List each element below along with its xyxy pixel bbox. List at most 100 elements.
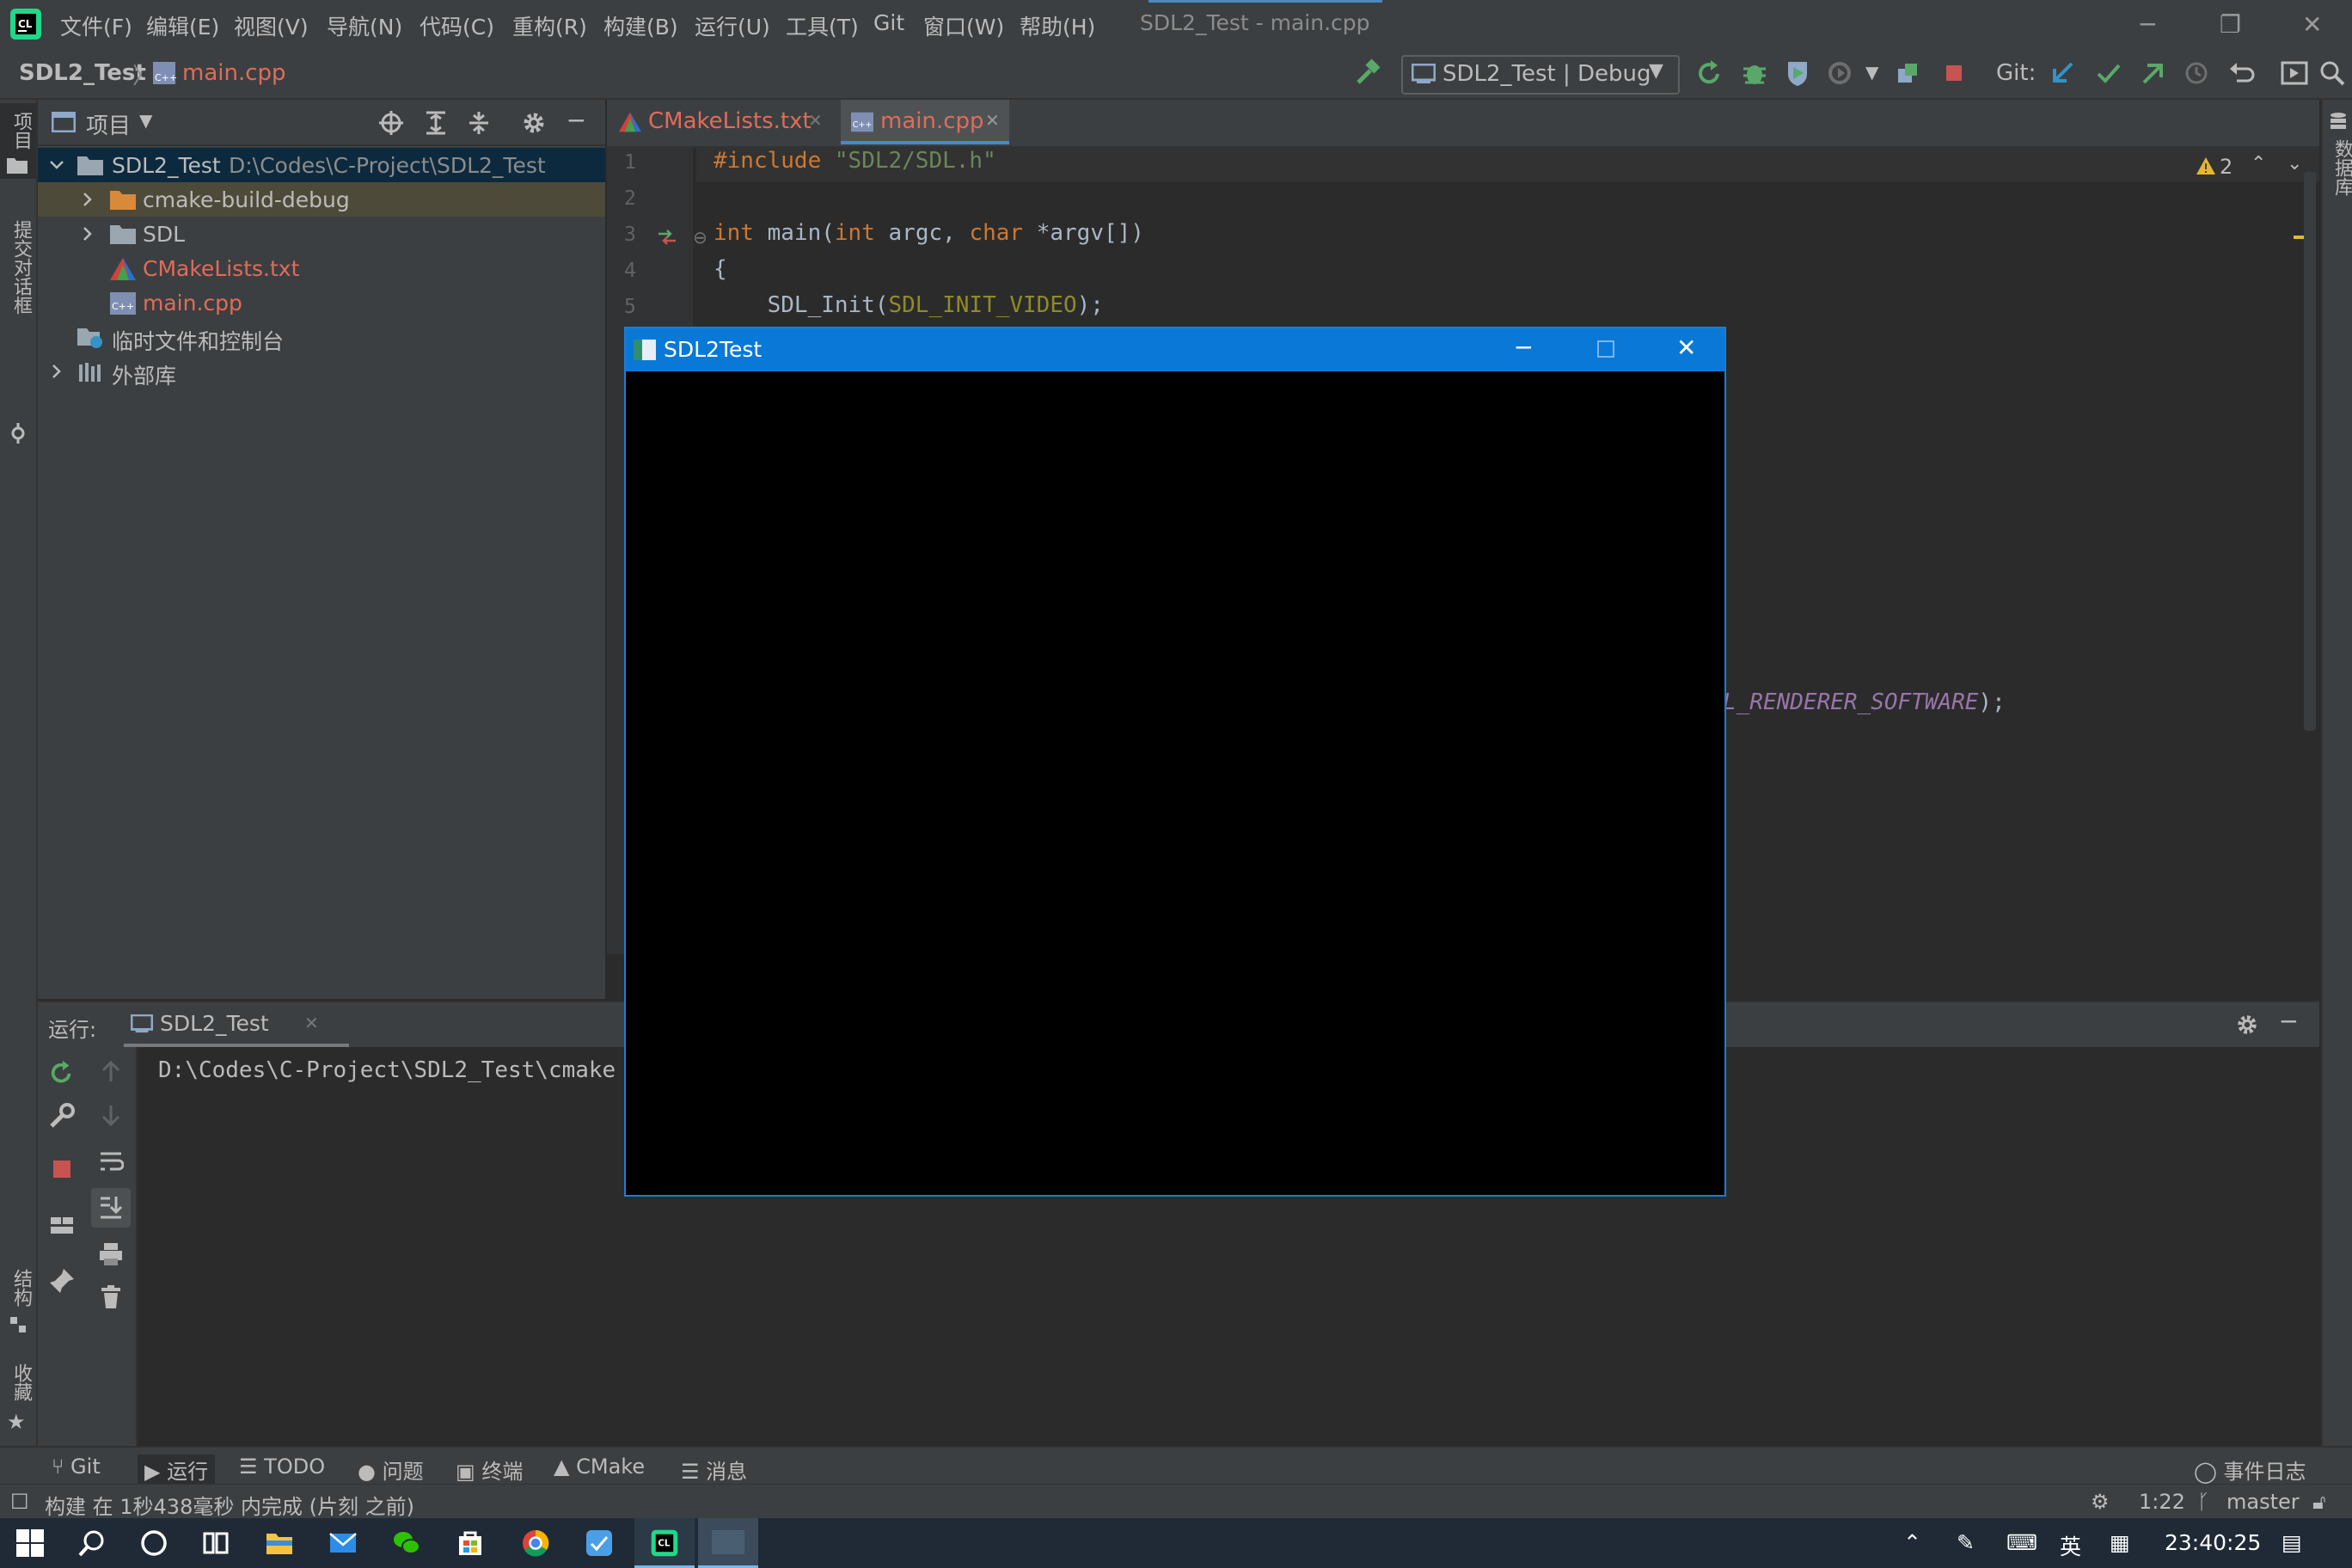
- locate-file-icon[interactable]: [378, 110, 404, 136]
- pin-icon[interactable]: [48, 1267, 76, 1295]
- more-run-options-icon[interactable]: ▼: [1865, 62, 1878, 83]
- warnings-indicator[interactable]: 2: [2196, 153, 2233, 181]
- menu-navigate[interactable]: 导航(N): [327, 10, 402, 41]
- menu-build[interactable]: 构建(B): [603, 10, 678, 41]
- tool-event-log-button[interactable]: ◯ 事件日志: [2194, 1455, 2306, 1485]
- close-tab-icon[interactable]: ✕: [985, 110, 1000, 131]
- caret-position[interactable]: 1:22: [2139, 1490, 2185, 1514]
- menu-view[interactable]: 视图(V): [234, 10, 309, 41]
- tab-cmakelists[interactable]: CMakeLists.txt ✕: [610, 100, 829, 144]
- menu-run[interactable]: 运行(U): [695, 10, 770, 41]
- git-push-icon[interactable]: [2137, 58, 2166, 88]
- close-icon[interactable]: ✕: [1676, 334, 1696, 362]
- rerun-icon[interactable]: [48, 1059, 76, 1087]
- view-dropdown-icon[interactable]: ▼: [139, 110, 152, 131]
- search-everywhere-icon[interactable]: [2318, 58, 2347, 88]
- database-tool-button[interactable]: 数据库: [2323, 112, 2352, 215]
- debug-bug-icon[interactable]: [1740, 58, 1769, 88]
- rerun-icon[interactable]: [1695, 58, 1724, 88]
- build-hammer-icon[interactable]: [1353, 58, 1382, 88]
- gear-icon[interactable]: [2235, 1013, 2259, 1037]
- tree-item-external-libraries[interactable]: 外部库: [38, 354, 605, 389]
- tree-item-sdl[interactable]: SDL: [38, 217, 605, 251]
- tool-todo-button[interactable]: ☰ TODO: [239, 1455, 325, 1479]
- code-line-1[interactable]: #include "SDL2/SDL.h": [714, 148, 996, 174]
- taskbar-chrome[interactable]: [505, 1518, 566, 1568]
- chevron-right-icon[interactable]: [79, 191, 96, 208]
- sdl-render-canvas[interactable]: [626, 371, 1724, 1195]
- run-tab-sdl2-test[interactable]: SDL2_Test ✕: [124, 1002, 349, 1047]
- close-tab-icon[interactable]: ✕: [808, 110, 823, 131]
- chevron-down-icon[interactable]: [48, 156, 65, 174]
- editor-scrollbar[interactable]: [2304, 172, 2316, 731]
- rollback-icon[interactable]: [2226, 58, 2256, 88]
- soft-wrap-icon[interactable]: [98, 1148, 124, 1174]
- git-history-icon[interactable]: [2182, 58, 2211, 88]
- tab-main-cpp[interactable]: C++ main.cpp ✕: [841, 100, 1009, 144]
- run-with-coverage-icon[interactable]: [1783, 58, 1812, 88]
- status-message[interactable]: 构建 在 1秒438毫秒 内完成 (片刻 之前): [45, 1490, 414, 1520]
- tree-item-cmakelists[interactable]: CMakeLists.txt: [38, 251, 605, 285]
- keyboard-icon[interactable]: ⌨: [2006, 1530, 2037, 1555]
- tool-cmake-button[interactable]: ▲ CMake: [554, 1455, 645, 1479]
- scroll-to-end-button[interactable]: [91, 1188, 131, 1228]
- sdl2test-window[interactable]: SDL2Test ─ ✕: [624, 327, 1726, 1197]
- minimize-icon[interactable]: ─: [1516, 334, 1531, 362]
- code-line-5[interactable]: SDL_Init(SDL_INIT_VIDEO);: [714, 292, 1104, 318]
- menu-file[interactable]: 文件(F): [60, 10, 132, 41]
- task-view-button[interactable]: [186, 1518, 246, 1568]
- previous-highlight-icon[interactable]: ⌃: [2251, 153, 2266, 175]
- trash-icon[interactable]: [98, 1284, 124, 1310]
- code-line-4[interactable]: {: [714, 256, 727, 282]
- taskbar-file-explorer[interactable]: [249, 1518, 309, 1568]
- taskbar-sdl2test-window[interactable]: [698, 1518, 758, 1568]
- attach-debugger-icon[interactable]: [1895, 58, 1924, 88]
- ime-language[interactable]: 英: [2060, 1530, 2081, 1561]
- close-tab-icon[interactable]: ✕: [304, 1013, 319, 1033]
- menu-window[interactable]: 窗口(W): [923, 10, 1004, 41]
- minimize-icon[interactable]: ─: [2141, 10, 2155, 39]
- tool-terminal-button[interactable]: ▣ 终端: [456, 1455, 523, 1485]
- stop-icon[interactable]: [1939, 58, 1969, 88]
- taskbar-wechat[interactable]: [377, 1518, 437, 1568]
- collapse-all-icon[interactable]: [466, 110, 492, 136]
- tool-problems-button[interactable]: ● 问题: [358, 1455, 424, 1485]
- lock-icon[interactable]: 🔓︎: [2312, 1490, 2326, 1514]
- code-line-partial[interactable]: L_RENDERER_SOFTWARE);: [1723, 689, 2006, 715]
- hide-panel-icon[interactable]: ─: [569, 107, 584, 135]
- ime-mode-icon[interactable]: ▦: [2110, 1530, 2130, 1555]
- tray-overflow-icon[interactable]: ⌃: [1903, 1530, 1921, 1555]
- wrench-icon[interactable]: [48, 1102, 76, 1130]
- fold-marker-icon[interactable]: ⊖: [693, 227, 707, 248]
- taskbar-mail[interactable]: [313, 1518, 373, 1568]
- tool-messages-button[interactable]: ☰ 消息: [681, 1455, 747, 1485]
- arrow-down-icon[interactable]: [98, 1102, 124, 1128]
- clion-logo-icon[interactable]: CL: [9, 7, 43, 41]
- search-button[interactable]: [62, 1518, 122, 1568]
- menu-git[interactable]: Git: [873, 10, 904, 35]
- layout-icon[interactable]: [48, 1212, 76, 1240]
- structure-tool-button[interactable]: 结构: [0, 1260, 36, 1346]
- taskbar-clock[interactable]: 23:40:25: [2165, 1530, 2261, 1555]
- chevron-right-icon[interactable]: [48, 363, 65, 380]
- run-anything-icon[interactable]: [2280, 58, 2309, 88]
- pen-icon[interactable]: ✎: [1957, 1530, 1975, 1555]
- menu-help[interactable]: 帮助(H): [1020, 10, 1095, 41]
- profiler-icon[interactable]: [1826, 58, 1855, 88]
- gear-icon[interactable]: [521, 110, 547, 136]
- status-toggle-icon[interactable]: ☐: [10, 1490, 29, 1514]
- project-tool-button[interactable]: 项目: [0, 103, 36, 179]
- breadcrumb-file[interactable]: main.cpp: [182, 60, 286, 86]
- menu-tools[interactable]: 工具(T): [786, 10, 859, 41]
- git-update-icon[interactable]: [2049, 58, 2079, 88]
- tree-item-cmake-build-debug[interactable]: cmake-build-debug: [38, 182, 605, 217]
- commit-tool-button[interactable]: 提交对话框: [0, 211, 36, 444]
- hide-panel-icon[interactable]: ─: [2282, 1008, 2296, 1036]
- taskbar-clion[interactable]: CL: [634, 1518, 695, 1568]
- cortana-button[interactable]: [124, 1518, 184, 1568]
- menu-refactor[interactable]: 重构(R): [512, 10, 587, 41]
- favorites-tool-button[interactable]: 收藏 ★: [0, 1355, 36, 1441]
- sdl-window-titlebar[interactable]: SDL2Test ─ ✕: [626, 328, 1724, 371]
- tree-item-scratches[interactable]: 临时文件和控制台: [38, 320, 605, 354]
- tool-run-button[interactable]: ▶ 运行: [138, 1455, 216, 1485]
